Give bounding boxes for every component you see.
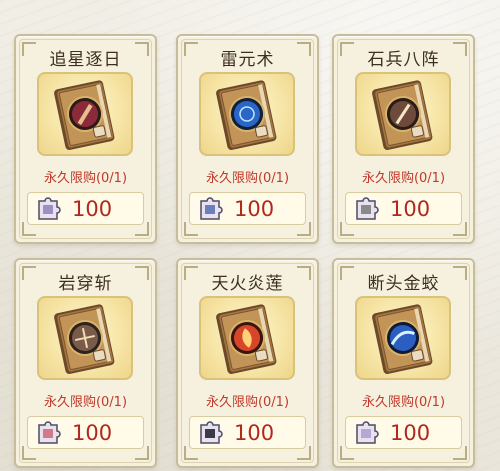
skill-book-shop-grid: 追星逐日 永久限购(0/1) 100 雷元术 永久限购(0/1) 100 石兵八… [0, 0, 500, 471]
puzzle-currency-icon [38, 197, 61, 220]
item-image-frame[interactable] [37, 296, 133, 380]
item-image-frame[interactable] [355, 72, 451, 156]
shop-item-card[interactable]: 断头金蛟 永久限购(0/1) 100 [332, 258, 475, 468]
buy-button[interactable]: 100 [27, 416, 144, 449]
purchase-limit-text: 永久限购(0/1) [43, 395, 128, 410]
shop-item-card[interactable]: 石兵八阵 永久限购(0/1) 100 [332, 34, 475, 244]
item-image-frame[interactable] [37, 72, 133, 156]
purchase-limit-text: 永久限购(0/1) [361, 171, 446, 186]
buy-button[interactable]: 100 [345, 192, 462, 225]
skill-book-icon [216, 304, 277, 374]
item-name: 岩穿斩 [58, 274, 113, 294]
purchase-limit-text: 永久限购(0/1) [361, 395, 446, 410]
skill-book-icon [216, 80, 277, 150]
purchase-limit-text: 永久限购(0/1) [205, 395, 290, 410]
price-value: 100 [234, 197, 275, 221]
puzzle-currency-icon [356, 197, 379, 220]
shop-item-card[interactable]: 天火炎莲 永久限购(0/1) 100 [176, 258, 319, 468]
puzzle-currency-icon [38, 421, 61, 444]
price-value: 100 [72, 421, 113, 445]
skill-book-icon [54, 304, 115, 374]
purchase-limit-text: 永久限购(0/1) [43, 171, 128, 186]
price-value: 100 [390, 197, 431, 221]
item-name: 断头金蛟 [367, 274, 440, 294]
price-value: 100 [390, 421, 431, 445]
shop-item-card[interactable]: 雷元术 永久限购(0/1) 100 [176, 34, 319, 244]
item-image-frame[interactable] [199, 72, 295, 156]
buy-button[interactable]: 100 [345, 416, 462, 449]
buy-button[interactable]: 100 [189, 416, 306, 449]
item-name: 天火炎莲 [211, 274, 284, 294]
puzzle-currency-icon [356, 421, 379, 444]
item-name: 雷元术 [220, 50, 275, 70]
item-name: 追星逐日 [49, 50, 122, 70]
buy-button[interactable]: 100 [189, 192, 306, 225]
skill-book-icon [372, 80, 433, 150]
item-image-frame[interactable] [355, 296, 451, 380]
puzzle-currency-icon [200, 197, 223, 220]
price-value: 100 [72, 197, 113, 221]
skill-book-icon [54, 80, 115, 150]
buy-button[interactable]: 100 [27, 192, 144, 225]
item-image-frame[interactable] [199, 296, 295, 380]
shop-item-card[interactable]: 追星逐日 永久限购(0/1) 100 [14, 34, 157, 244]
item-name: 石兵八阵 [367, 50, 440, 70]
purchase-limit-text: 永久限购(0/1) [205, 171, 290, 186]
skill-book-icon [372, 304, 433, 374]
shop-item-card[interactable]: 岩穿斩 永久限购(0/1) 100 [14, 258, 157, 468]
puzzle-currency-icon [200, 421, 223, 444]
price-value: 100 [234, 421, 275, 445]
